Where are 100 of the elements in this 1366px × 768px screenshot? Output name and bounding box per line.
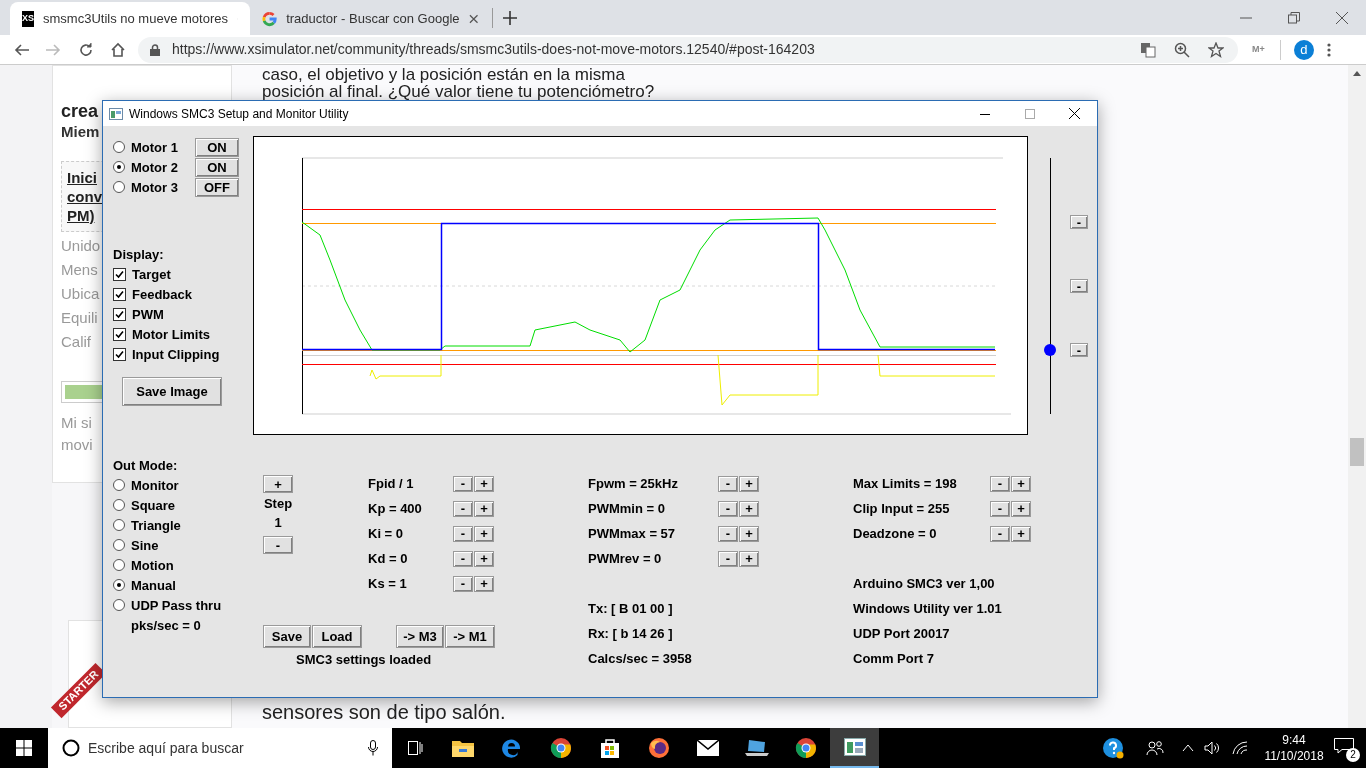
parameter-label: Max Limits = 198 bbox=[853, 477, 958, 490]
adjust-button[interactable]: - bbox=[453, 550, 473, 567]
address-bar[interactable]: https://www.xsimulator.net/community/threads/smsmc3utils-does-not-move-motors.12540/#post-164203 bbox=[138, 36, 1238, 63]
copy-button[interactable]: -> M3 bbox=[396, 625, 444, 648]
site-icon: XS bbox=[22, 10, 34, 27]
adjust-button[interactable]: + bbox=[1011, 475, 1031, 492]
laptop-icon[interactable] bbox=[744, 739, 769, 757]
folder-icon[interactable] bbox=[451, 739, 474, 757]
adjust-button[interactable]: + bbox=[739, 550, 759, 567]
shopping-bag-icon[interactable] bbox=[599, 738, 620, 758]
mail-icon[interactable] bbox=[696, 740, 719, 756]
vertical-slider[interactable] bbox=[1044, 158, 1056, 414]
new-tab-icon[interactable] bbox=[503, 11, 517, 25]
link[interactable]: Inici bbox=[67, 168, 97, 187]
adjust-button[interactable]: - bbox=[453, 500, 473, 517]
people-icon[interactable] bbox=[1146, 740, 1164, 756]
search-field[interactable]: Escribe aquí para buscar bbox=[48, 728, 392, 768]
adjust-button[interactable]: + bbox=[739, 500, 759, 517]
translate-icon[interactable] bbox=[1140, 41, 1156, 58]
scrollbar-thumb[interactable] bbox=[1350, 438, 1364, 466]
toggle-button[interactable]: ON bbox=[195, 157, 239, 177]
adjust-button[interactable]: - bbox=[990, 475, 1010, 492]
file-button[interactable]: Load bbox=[312, 625, 362, 648]
checkbox[interactable] bbox=[113, 287, 126, 301]
adjust-button[interactable]: + bbox=[1011, 525, 1031, 542]
clock-time[interactable]: 9:44 bbox=[1282, 732, 1306, 748]
adjust-button[interactable]: - bbox=[990, 500, 1010, 517]
adjust-button[interactable]: + bbox=[1011, 500, 1031, 517]
menu-icon[interactable] bbox=[1326, 42, 1331, 57]
motor-label[interactable]: Motor 3 bbox=[131, 180, 195, 194]
browser-tab[interactable]: traductor - Buscar con Google bbox=[250, 2, 490, 35]
step-up-button[interactable]: + bbox=[263, 475, 293, 493]
help-icon[interactable] bbox=[1102, 737, 1124, 759]
adjust-button[interactable]: - bbox=[453, 525, 473, 542]
link[interactable]: conv bbox=[67, 187, 102, 206]
adjust-button[interactable]: + bbox=[739, 475, 759, 492]
radio-button[interactable] bbox=[113, 539, 125, 551]
close-icon[interactable] bbox=[1069, 108, 1080, 119]
profile-avatar[interactable]: d bbox=[1293, 39, 1314, 60]
motor-label[interactable]: Motor 2 bbox=[131, 160, 195, 174]
radio-button[interactable] bbox=[113, 599, 125, 611]
radio-button[interactable] bbox=[113, 181, 125, 193]
windows-start-icon[interactable] bbox=[16, 740, 32, 756]
checkbox[interactable] bbox=[113, 307, 126, 321]
browser-icon[interactable] bbox=[647, 737, 670, 759]
toggle-button[interactable]: ON bbox=[195, 137, 239, 157]
zoom-icon[interactable] bbox=[1174, 41, 1190, 58]
adjust-button[interactable]: - bbox=[718, 525, 738, 542]
radio-button[interactable] bbox=[113, 499, 125, 511]
reload-icon[interactable] bbox=[78, 41, 94, 58]
copy-button[interactable]: -> M1 bbox=[445, 625, 495, 648]
back-icon[interactable] bbox=[14, 41, 30, 58]
restore-icon[interactable] bbox=[1288, 11, 1300, 24]
adjust-button[interactable]: + bbox=[474, 550, 494, 567]
adjust-button[interactable]: + bbox=[474, 525, 494, 542]
step-down-button[interactable]: - bbox=[263, 536, 293, 554]
radio-button[interactable] bbox=[113, 559, 125, 571]
small-button[interactable]: - bbox=[1070, 279, 1088, 293]
browser-tab[interactable]: XS smsmc3Utils no mueve motores bbox=[10, 2, 250, 35]
motor-label[interactable]: Motor 1 bbox=[131, 140, 195, 154]
checkbox[interactable] bbox=[113, 347, 126, 361]
toggle-button[interactable]: OFF bbox=[195, 177, 239, 197]
small-button[interactable]: - bbox=[1070, 343, 1088, 357]
wifi-icon[interactable] bbox=[1232, 741, 1248, 755]
checkbox[interactable] bbox=[113, 327, 126, 341]
star-icon[interactable] bbox=[1208, 41, 1224, 58]
speaker-icon[interactable] bbox=[1204, 741, 1220, 755]
adjust-button[interactable]: + bbox=[739, 525, 759, 542]
adjust-button[interactable]: - bbox=[453, 575, 473, 592]
adjust-button[interactable]: - bbox=[453, 475, 473, 492]
extension-label[interactable]: M+ bbox=[1252, 45, 1265, 54]
radio-button[interactable] bbox=[113, 579, 125, 591]
adjust-button[interactable]: - bbox=[718, 475, 738, 492]
checkbox[interactable] bbox=[113, 267, 126, 281]
link[interactable]: PM) bbox=[67, 206, 95, 225]
adjust-button[interactable]: - bbox=[718, 500, 738, 517]
adjust-button[interactable]: - bbox=[990, 525, 1010, 542]
browser-icon[interactable] bbox=[549, 737, 572, 759]
chevron-up-icon[interactable] bbox=[1182, 744, 1194, 752]
app-window-icon[interactable] bbox=[843, 738, 866, 756]
file-button[interactable]: Save bbox=[263, 625, 311, 648]
task-view-icon[interactable] bbox=[407, 740, 423, 756]
small-button[interactable]: - bbox=[1070, 215, 1088, 229]
adjust-button[interactable]: + bbox=[474, 500, 494, 517]
radio-button[interactable] bbox=[113, 479, 125, 491]
adjust-button[interactable]: - bbox=[718, 550, 738, 567]
scroll-up-icon[interactable] bbox=[1353, 71, 1361, 76]
radio-button[interactable] bbox=[113, 141, 125, 153]
parameter-label: PWMrev = 0 bbox=[588, 552, 663, 565]
radio-button[interactable] bbox=[113, 161, 125, 173]
taskbar-button[interactable] bbox=[830, 728, 879, 768]
radio-button[interactable] bbox=[113, 519, 125, 531]
save-image-button[interactable]: Save Image bbox=[122, 377, 222, 406]
microphone-icon[interactable] bbox=[368, 740, 378, 756]
slider-thumb[interactable] bbox=[1044, 344, 1056, 356]
adjust-button[interactable]: + bbox=[474, 575, 494, 592]
browser-icon[interactable] bbox=[794, 737, 817, 759]
home-icon[interactable] bbox=[110, 41, 126, 58]
adjust-button[interactable]: + bbox=[474, 475, 494, 492]
clock-date[interactable]: 11/10/2018 bbox=[1264, 748, 1324, 764]
